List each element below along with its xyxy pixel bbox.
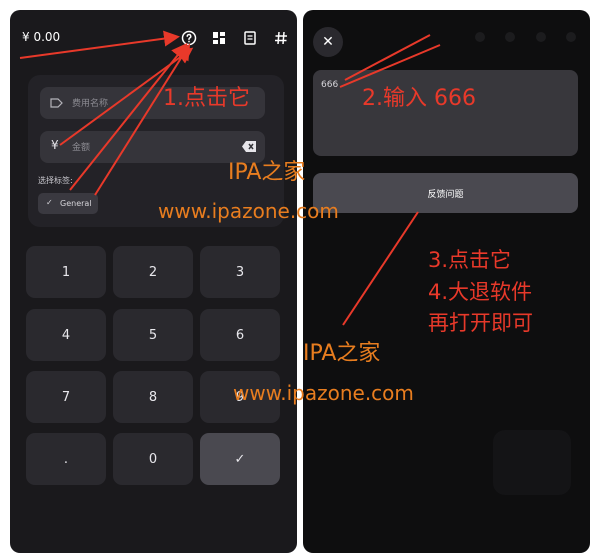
watermark-name: IPA之家 bbox=[303, 341, 381, 366]
step-1-annotation: 1.点击它 bbox=[163, 86, 250, 111]
step-2-annotation: 2.输入 666 bbox=[362, 86, 476, 111]
watermark-url: www.ipazone.com bbox=[233, 381, 414, 405]
watermark-name: IPA之家 bbox=[228, 160, 306, 185]
arrow-to-help bbox=[69, 42, 188, 191]
watermark-url: www.ipazone.com bbox=[158, 199, 339, 223]
step-4b-annotation: 再打开即可 bbox=[428, 311, 533, 335]
arrow-to-submit bbox=[342, 211, 419, 326]
arrow-to-help bbox=[94, 43, 191, 196]
step-4-annotation: 4.大退软件 bbox=[428, 280, 533, 304]
step-3-annotation: 3.点击它 bbox=[428, 248, 512, 272]
arrow-to-textarea bbox=[344, 34, 431, 81]
arrow-to-help bbox=[19, 30, 180, 59]
